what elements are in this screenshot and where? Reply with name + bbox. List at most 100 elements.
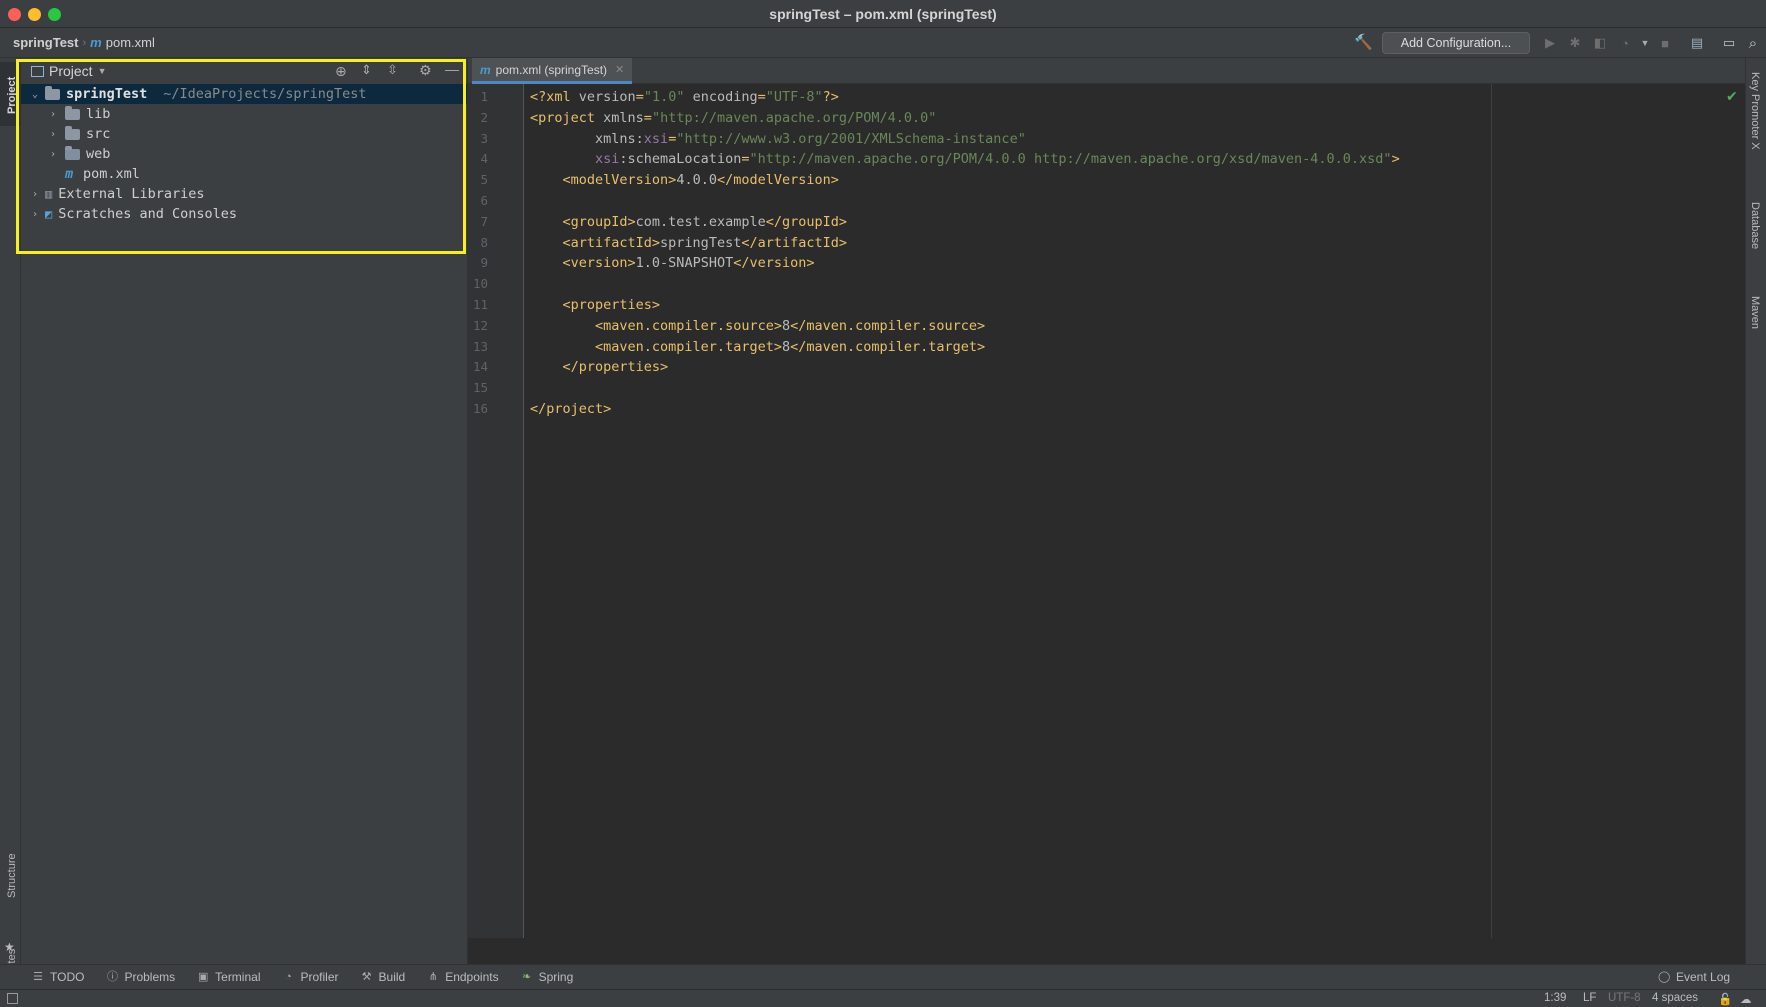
tree-item-springtest[interactable]: ⌄ springTest ~/IdeaProjects/springTest [21, 84, 467, 104]
folder-icon [65, 105, 80, 120]
chevron-right-icon[interactable]: › [29, 189, 41, 200]
code-token: </properties> [530, 359, 669, 376]
code-token: "UTF-8" [765, 89, 823, 105]
memory-indicator-icon[interactable]: ☁ [1740, 992, 1752, 1006]
search-everywhere-icon[interactable]: ⌕ [1744, 34, 1762, 52]
minimize-window-button[interactable] [28, 8, 41, 21]
chevron-right-icon[interactable]: › [47, 109, 59, 120]
tree-item-pom[interactable]: m pom.xml [65, 164, 140, 184]
gear-icon[interactable]: ⚙ [419, 62, 432, 79]
code-token: "http://maven.apache.org/POM/4.0.0 http:… [749, 151, 1392, 168]
stop-icon[interactable]: ■ [1656, 34, 1674, 52]
code-line[interactable]: <maven.compiler.target>8</maven.compiler… [530, 339, 985, 355]
spring-tool-button[interactable]: ❧ Spring [521, 970, 574, 984]
chevron-right-icon[interactable]: › [47, 149, 59, 160]
code-token: <artifactId> [530, 234, 661, 251]
debug-icon[interactable]: ✱ [1566, 34, 1584, 52]
caret-position[interactable]: 1:39 [1544, 992, 1566, 1004]
run-icon[interactable]: ▶ [1541, 34, 1559, 52]
tool-label: Problems [124, 970, 176, 984]
code-line[interactable]: xmlns:xsi="http://www.w3.org/2001/XMLSch… [530, 131, 1026, 147]
more-run-chevron-icon[interactable]: ▼ [1636, 34, 1654, 52]
terminal-tool-button[interactable]: ▣ Terminal [197, 970, 261, 984]
editor-area: m pom.xml (springTest) ✕ ✔ 1 <?xml versio… [468, 58, 1745, 964]
tool-label: Profiler [300, 970, 339, 984]
database-stripe-label[interactable]: Database [1749, 202, 1761, 249]
code-token: <version> [530, 255, 636, 272]
project-stripe-label[interactable]: Project [6, 77, 18, 114]
code-line[interactable]: <?xml version="1.0" encoding="UTF-8"?> [530, 89, 839, 105]
editor-tab-bar: m pom.xml (springTest) ✕ [468, 58, 1745, 84]
chevron-right-icon[interactable]: › [47, 129, 59, 140]
indent-setting[interactable]: 4 spaces [1652, 992, 1698, 1004]
lock-icon[interactable]: 🔓 [1718, 992, 1732, 1006]
line-separator[interactable]: LF [1583, 992, 1596, 1004]
folder-icon [65, 125, 80, 140]
toggle-tool-windows-icon[interactable] [7, 993, 18, 1004]
maximize-window-button[interactable] [48, 8, 61, 21]
code-line[interactable]: <properties> [530, 297, 661, 313]
tree-item-lib[interactable]: › lib [47, 104, 110, 124]
todo-tool-button[interactable]: ☰ TODO [32, 970, 84, 984]
file-encoding[interactable]: UTF-8 [1608, 992, 1641, 1004]
add-configuration-button[interactable]: Add Configuration... [1382, 32, 1530, 54]
tree-item-external-libraries[interactable]: › ▥ External Libraries [29, 184, 205, 204]
code-token: xsi [530, 151, 620, 168]
tree-item-src[interactable]: › src [47, 124, 110, 144]
breadcrumb-file[interactable]: pom.xml [106, 35, 155, 50]
tab-pom-xml[interactable]: m pom.xml (springTest) ✕ [472, 58, 633, 84]
collapse-all-icon[interactable]: ⇳ [387, 62, 398, 78]
code-token: 1.0-SNAPSHOT [635, 255, 734, 272]
endpoints-icon: ⋔ [428, 971, 438, 983]
code-line[interactable]: <maven.compiler.source>8</maven.compiler… [530, 318, 985, 334]
endpoints-tool-button[interactable]: ⋔ Endpoints [427, 970, 499, 984]
coverage-icon[interactable]: ◧ [1591, 34, 1609, 52]
build-hammer-icon[interactable]: 🔨 [1354, 33, 1373, 51]
maven-stripe-label[interactable]: Maven [1749, 296, 1761, 329]
tree-item-label: src [86, 126, 111, 142]
chevron-down-icon[interactable]: ▼ [98, 66, 107, 76]
maven-file-icon: m [90, 35, 102, 50]
breadcrumb-project[interactable]: springTest [13, 35, 79, 50]
status-bar: 1:39 LF UTF-8 4 spaces 🔓 ☁ [0, 989, 1766, 1007]
hide-panel-icon[interactable]: — [445, 61, 459, 77]
problems-tool-button[interactable]: ⓘ Problems [106, 970, 175, 984]
code-line[interactable]: <version>1.0-SNAPSHOT</version> [530, 255, 815, 271]
code-line[interactable]: <project xmlns="http://maven.apache.org/… [530, 110, 936, 126]
key-promoter-stripe-label[interactable]: Key Promoter X [1749, 72, 1761, 150]
title-bar: springTest – pom.xml (springTest) [0, 0, 1766, 28]
code-line[interactable]: <modelVersion>4.0.0</modelVersion> [530, 172, 839, 188]
code-token: = [757, 89, 766, 105]
event-log-button[interactable]: ◯ Event Log [1658, 970, 1730, 984]
build-tool-button[interactable]: ⚒ Build [361, 970, 406, 984]
presentation-mode-icon[interactable]: ▭ [1720, 34, 1738, 52]
chevron-down-icon[interactable]: ⌄ [29, 89, 41, 100]
expand-all-icon[interactable]: ⇕ [361, 62, 372, 78]
code-line[interactable]: <groupId>com.test.example</groupId> [530, 213, 848, 230]
no-problems-check-icon[interactable]: ✔ [1726, 88, 1738, 105]
close-tab-icon[interactable]: ✕ [615, 63, 624, 76]
tool-label: Spring [538, 970, 574, 984]
profile-icon[interactable]: ◔ [1616, 34, 1634, 52]
code-token: ?> [822, 89, 839, 105]
spring-leaf-icon: ❧ [521, 971, 532, 983]
structure-stripe-label[interactable]: Structure [6, 853, 18, 898]
locate-file-icon[interactable]: ⊕ [335, 63, 347, 80]
code-line[interactable]: xsi:schemaLocation="http://maven.apache.… [530, 151, 1400, 167]
window-title: springTest – pom.xml (springTest) [769, 5, 997, 22]
code-line[interactable]: </project> [530, 401, 611, 417]
line-number: 16 [472, 401, 488, 416]
code-line[interactable]: <artifactId>springTest</artifactId> [530, 234, 848, 251]
line-number: 8 [480, 234, 488, 250]
project-structure-icon[interactable]: ▤ [1688, 34, 1706, 52]
line-number: 2 [480, 109, 488, 125]
code-token: </groupId> [765, 213, 847, 230]
code-token: = [635, 89, 644, 105]
tree-item-web[interactable]: › web [47, 144, 110, 164]
code-line[interactable]: </properties> [530, 359, 669, 376]
chevron-right-icon[interactable]: › [29, 209, 41, 220]
profiler-tool-button[interactable]: ◔ Profiler [283, 970, 339, 984]
tree-item-scratches[interactable]: › ◩ Scratches and Consoles [29, 204, 237, 224]
close-window-button[interactable] [8, 8, 21, 21]
project-view-selector[interactable]: Project [49, 63, 93, 79]
